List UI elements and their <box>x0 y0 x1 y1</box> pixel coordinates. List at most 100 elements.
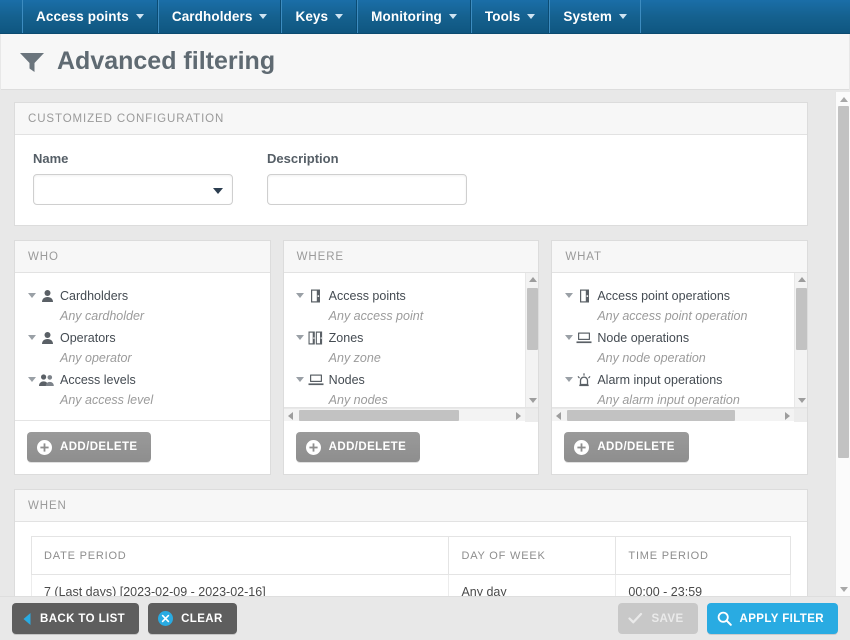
description-input[interactable] <box>267 174 467 205</box>
scroll-up-arrow-icon[interactable] <box>795 273 807 286</box>
where-tree-container: Access points Any access point Zones Any… <box>283 273 539 408</box>
scroll-left-arrow-icon[interactable] <box>284 409 297 422</box>
customized-configuration-panel: CUSTOMIZED CONFIGURATION Name Descriptio… <box>14 102 808 226</box>
double-door-icon <box>307 331 325 345</box>
nav-item-access-points[interactable]: Access points <box>22 0 158 33</box>
clear-button[interactable]: CLEAR <box>148 603 237 634</box>
tree-node[interactable]: Access point operations <box>562 285 797 306</box>
button-label: ADD/DELETE <box>60 441 138 453</box>
button-label: BACK TO LIST <box>40 612 126 625</box>
scroll-down-arrow-icon[interactable] <box>526 394 538 407</box>
tree-node[interactable]: Access points <box>294 285 529 306</box>
column-header-time-period[interactable]: TIME PERIOD <box>615 536 791 575</box>
tree-node[interactable]: Access levels <box>25 369 260 390</box>
caret-down-icon[interactable] <box>562 377 575 382</box>
people-group-icon <box>38 373 56 387</box>
scrollbar-thumb[interactable] <box>298 410 459 421</box>
scrollbar-thumb[interactable] <box>527 288 539 350</box>
person-icon <box>38 289 56 303</box>
chevron-down-icon <box>135 14 144 19</box>
x-circle-icon <box>158 611 174 626</box>
nav-item-label: Tools <box>484 9 521 24</box>
tree-child-label: Any nodes <box>328 393 388 407</box>
where-horizontal-scrollbar[interactable] <box>283 408 539 422</box>
scrollbar-corner <box>794 409 808 422</box>
tree-node-label: Node operations <box>597 330 690 345</box>
back-to-list-button[interactable]: BACK TO LIST <box>12 603 140 634</box>
scrollbar-thumb[interactable] <box>838 106 849 458</box>
caret-down-icon[interactable] <box>294 377 307 382</box>
tree-child-label: Any alarm input operation <box>597 393 740 407</box>
bottom-action-bar: BACK TO LIST CLEAR SAVE APPLY FILTER <box>0 596 850 640</box>
caret-down-icon[interactable] <box>562 335 575 340</box>
name-select[interactable] <box>33 174 233 205</box>
page-vertical-scrollbar[interactable] <box>835 92 850 596</box>
column-header-day-of-week[interactable]: DAY OF WEEK <box>448 536 617 575</box>
chevron-down-icon <box>213 187 223 194</box>
tree-child-label: Any operator <box>60 351 132 365</box>
scrollbar-thumb[interactable] <box>796 288 808 350</box>
what-add-delete-button[interactable]: ADD/DELETE <box>564 432 689 462</box>
filter-columns: WHO Cardholders Any cardholder Operators… <box>14 240 809 475</box>
table-row[interactable]: 7 (Last days) [2023-02-09 - 2023-02-16] … <box>30 574 791 596</box>
who-add-delete-button[interactable]: ADD/DELETE <box>27 432 152 462</box>
chevron-left-icon <box>22 612 32 626</box>
nav-item-keys[interactable]: Keys <box>281 0 358 33</box>
caret-down-icon[interactable] <box>25 335 38 340</box>
person-icon <box>38 331 56 345</box>
nav-item-tools[interactable]: Tools <box>470 0 550 33</box>
scroll-up-arrow-icon[interactable] <box>836 92 850 106</box>
apply-filter-button[interactable]: APPLY FILTER <box>706 603 838 634</box>
chevron-down-icon <box>259 14 268 19</box>
tree-node[interactable]: Alarm input operations <box>562 369 797 390</box>
tree-node-label: Nodes <box>328 372 365 387</box>
tree-node[interactable]: Zones <box>294 327 529 348</box>
tree-node[interactable]: Operators <box>25 327 260 348</box>
tree-node[interactable]: Node operations <box>562 327 797 348</box>
button-label: ADD/DELETE <box>328 441 407 453</box>
caret-down-icon[interactable] <box>294 335 307 340</box>
caret-down-icon[interactable] <box>294 293 307 298</box>
filter-funnel-icon <box>20 52 44 72</box>
nav-item-label: Cardholders <box>171 9 253 24</box>
caret-down-icon[interactable] <box>562 293 575 298</box>
cell-time-period: 00:00 - 23:59 <box>615 574 791 596</box>
description-label: Description <box>267 151 339 166</box>
caret-down-icon[interactable] <box>25 293 38 298</box>
who-tree: Cardholders Any cardholder Operators Any… <box>15 273 270 420</box>
scroll-right-arrow-icon[interactable] <box>781 409 794 422</box>
chevron-down-icon <box>619 14 628 19</box>
monitor-icon <box>575 331 593 344</box>
scroll-down-arrow-icon[interactable] <box>795 394 807 407</box>
button-label: ADD/DELETE <box>597 441 675 453</box>
nav-item-label: Access points <box>36 9 129 24</box>
scroll-right-arrow-icon[interactable] <box>512 409 525 422</box>
nav-item-cardholders[interactable]: Cardholders <box>157 0 282 33</box>
table-header-row: DATE PERIOD DAY OF WEEK TIME PERIOD <box>30 536 791 575</box>
chevron-down-icon <box>527 14 536 19</box>
where-panel: WHERE Access points Any access point Zon… <box>282 240 540 475</box>
tree-child-label: Any access level <box>60 393 154 407</box>
scrollbar-thumb[interactable] <box>567 410 736 421</box>
column-header-date-period[interactable]: DATE PERIOD <box>30 536 450 575</box>
button-label: CLEAR <box>181 612 223 625</box>
nav-item-system[interactable]: System <box>549 0 642 33</box>
scroll-up-arrow-icon[interactable] <box>526 273 538 286</box>
tree-node[interactable]: Nodes <box>294 369 529 390</box>
tree-node[interactable]: Cardholders <box>25 285 260 306</box>
what-vertical-scrollbar[interactable] <box>794 273 808 407</box>
where-add-delete-button[interactable]: ADD/DELETE <box>295 432 421 462</box>
chevron-down-icon <box>448 14 457 19</box>
scroll-down-arrow-icon[interactable] <box>836 582 850 596</box>
plus-circle-icon <box>37 439 52 455</box>
what-horizontal-scrollbar[interactable] <box>552 408 808 422</box>
nav-item-label: Keys <box>295 9 329 24</box>
tree-node-label: Access levels <box>60 372 136 387</box>
page-header: Advanced filtering <box>1 34 849 90</box>
caret-down-icon[interactable] <box>25 377 38 382</box>
save-button[interactable]: SAVE <box>618 603 698 634</box>
where-vertical-scrollbar[interactable] <box>525 273 539 407</box>
nav-item-monitoring[interactable]: Monitoring <box>357 0 471 33</box>
scroll-left-arrow-icon[interactable] <box>552 409 565 422</box>
tree-child-label: Any cardholder <box>60 309 145 323</box>
